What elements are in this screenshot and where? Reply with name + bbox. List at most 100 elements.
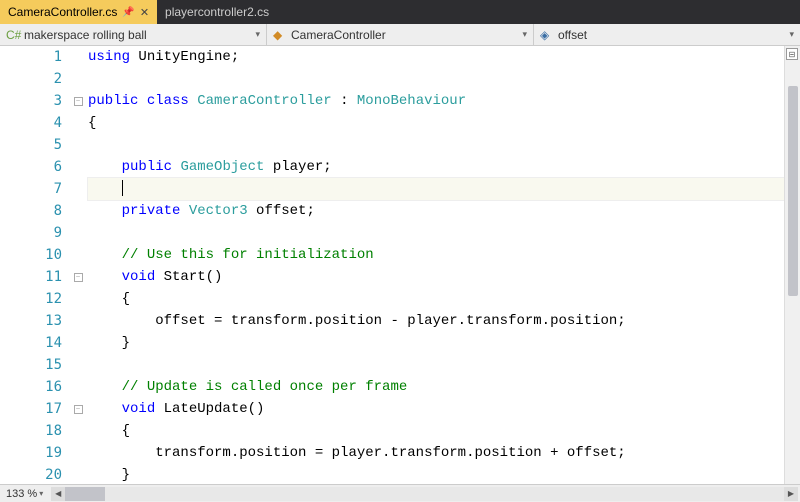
code-line[interactable]	[88, 222, 784, 244]
code-line[interactable]: {	[88, 288, 784, 310]
token: {	[88, 115, 96, 131]
field-icon: ◈	[540, 28, 554, 42]
token: transform.position = player.transform.po…	[155, 445, 625, 461]
token: Start()	[155, 269, 222, 285]
close-icon[interactable]: ✕	[140, 6, 149, 19]
zoom-label: 133 %	[6, 488, 37, 500]
fold-cell	[70, 68, 86, 90]
pin-icon[interactable]: 📌	[122, 7, 134, 18]
csharp-icon: C#	[6, 28, 20, 42]
code-line[interactable]: // Use this for initialization	[88, 244, 784, 266]
token: offset;	[248, 203, 315, 219]
tab-bar: CameraController.cs 📌 ✕ playercontroller…	[0, 0, 800, 24]
tab-label: playercontroller2.cs	[165, 5, 269, 19]
code-line[interactable]: }	[88, 464, 784, 484]
code-line[interactable]: }	[88, 332, 784, 354]
code-line[interactable]	[88, 354, 784, 376]
code-line[interactable]: {	[88, 112, 784, 134]
token: }	[122, 335, 130, 351]
nav-class-dropdown[interactable]: ◆ CameraController ▾	[267, 24, 534, 45]
split-icon[interactable]: ⊟	[786, 48, 798, 60]
line-number: 14	[0, 332, 62, 354]
code-line[interactable]: // Update is called once per frame	[88, 376, 784, 398]
token: class	[147, 93, 189, 109]
fold-gutter[interactable]: − − −	[70, 46, 86, 484]
fold-cell	[70, 200, 86, 222]
scroll-right-icon[interactable]: ▶	[784, 487, 798, 501]
line-number: 12	[0, 288, 62, 310]
line-number: 15	[0, 354, 62, 376]
tab-label: CameraController.cs	[8, 5, 117, 19]
line-number: 4	[0, 112, 62, 134]
chevron-down-icon: ▾	[255, 29, 260, 40]
line-number: 19	[0, 442, 62, 464]
scroll-track[interactable]	[65, 487, 784, 501]
line-number: 7	[0, 178, 62, 200]
code-line[interactable]: using UnityEngine;	[88, 46, 784, 68]
fold-minus-icon[interactable]: −	[74, 405, 83, 414]
token: }	[122, 467, 130, 483]
code-line[interactable]: public class CameraController : MonoBeha…	[88, 90, 784, 112]
fold-cell[interactable]: −	[70, 266, 86, 288]
fold-cell[interactable]: −	[70, 398, 86, 420]
line-number: 8	[0, 200, 62, 222]
token: GameObject	[180, 159, 264, 175]
fold-cell	[70, 464, 86, 484]
chevron-down-icon: ▾	[522, 29, 527, 40]
fold-minus-icon[interactable]: −	[74, 273, 83, 282]
token: // Update is called once per frame	[122, 379, 408, 395]
token: public	[122, 159, 172, 175]
line-number-gutter: 123456789101112131415161718192021	[0, 46, 70, 484]
horizontal-scrollbar[interactable]: ◀ ▶	[49, 487, 800, 501]
code-line[interactable]	[88, 134, 784, 156]
token: CameraController	[197, 93, 331, 109]
token: using	[88, 49, 130, 65]
zoom-dropdown[interactable]: 133 % ▾	[0, 488, 49, 500]
line-number: 16	[0, 376, 62, 398]
chevron-down-icon: ▾	[39, 489, 43, 498]
code-line[interactable]: 💡	[88, 178, 784, 200]
fold-cell[interactable]: −	[70, 90, 86, 112]
line-number: 2	[0, 68, 62, 90]
code-line[interactable]: void LateUpdate()	[88, 398, 784, 420]
tab-inactive[interactable]: playercontroller2.cs	[157, 0, 277, 24]
token	[138, 93, 146, 109]
nav-project-dropdown[interactable]: C# makerspace rolling ball ▾	[0, 24, 267, 45]
code-line[interactable]	[88, 68, 784, 90]
line-number: 13	[0, 310, 62, 332]
code-line[interactable]: void Start()	[88, 266, 784, 288]
token: Vector3	[189, 203, 248, 219]
fold-cell	[70, 244, 86, 266]
token: // Use this for initialization	[122, 247, 374, 263]
fold-cell	[70, 46, 86, 68]
fold-cell	[70, 112, 86, 134]
fold-minus-icon[interactable]: −	[74, 97, 83, 106]
code-line[interactable]: transform.position = player.transform.po…	[88, 442, 784, 464]
fold-cell	[70, 332, 86, 354]
tab-active[interactable]: CameraController.cs 📌 ✕	[0, 0, 157, 24]
scroll-thumb[interactable]	[788, 86, 798, 296]
fold-cell	[70, 310, 86, 332]
code-line[interactable]: {	[88, 420, 784, 442]
code-area[interactable]: using UnityEngine; public class CameraCon…	[86, 46, 784, 484]
line-number: 5	[0, 134, 62, 156]
token: UnityEngine;	[130, 49, 239, 65]
class-icon: ◆	[273, 28, 287, 42]
fold-cell	[70, 354, 86, 376]
nav-project-label: makerspace rolling ball	[24, 28, 147, 42]
code-line[interactable]: offset = transform.position - player.tra…	[88, 310, 784, 332]
nav-bar: C# makerspace rolling ball ▾ ◆ CameraCon…	[0, 24, 800, 46]
vertical-scrollbar[interactable]: ⊟	[784, 46, 800, 484]
scroll-left-icon[interactable]: ◀	[51, 487, 65, 501]
code-line[interactable]: public GameObject player;	[88, 156, 784, 178]
line-number: 3	[0, 90, 62, 112]
token: {	[122, 291, 130, 307]
fold-cell	[70, 376, 86, 398]
scroll-thumb[interactable]	[65, 487, 105, 501]
nav-member-dropdown[interactable]: ◈ offset ▾	[534, 24, 800, 45]
editor[interactable]: 123456789101112131415161718192021 −−− us…	[0, 46, 800, 484]
token: void	[122, 269, 156, 285]
token: MonoBehaviour	[357, 93, 466, 109]
code-line[interactable]: private Vector3 offset;	[88, 200, 784, 222]
token: player;	[264, 159, 331, 175]
